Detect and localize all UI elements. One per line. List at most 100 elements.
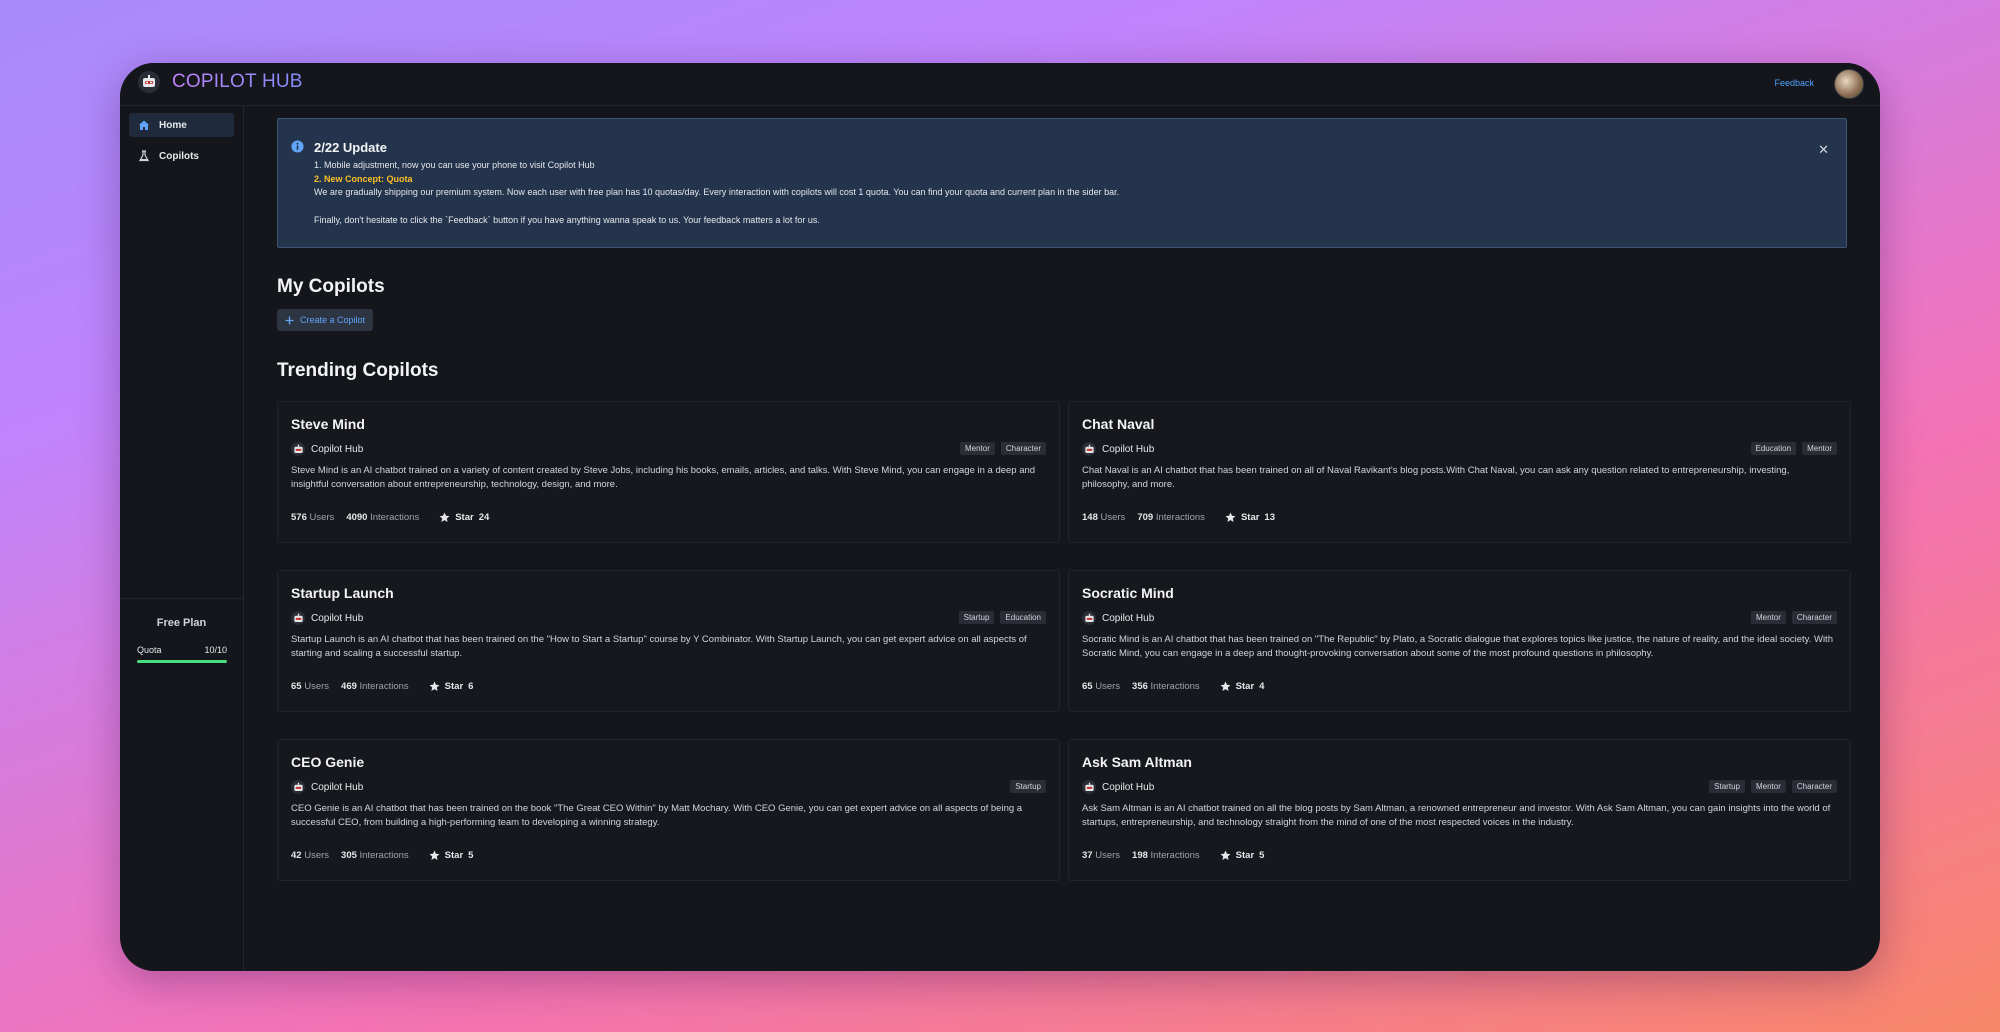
star-label: Star <box>1240 512 1260 523</box>
alert-title: 2/22 Update <box>314 140 387 155</box>
robot-logo-icon <box>291 780 305 794</box>
star-button[interactable]: Star 6 <box>429 681 474 692</box>
copilot-card[interactable]: Socratic Mind Copilot Hub Mentor Characte… <box>1068 570 1851 712</box>
interactions-count: 4090 <box>346 512 368 523</box>
star-button[interactable]: Star 4 <box>1220 681 1265 692</box>
users-count: 37 <box>1082 850 1093 861</box>
sidebar-item-label: Copilots <box>159 150 199 162</box>
star-count: 4 <box>1259 681 1265 692</box>
star-label: Star <box>1235 681 1255 692</box>
users-label: Users <box>1095 681 1121 692</box>
copilot-card[interactable]: Ask Sam Altman Copilot Hub Startup Mentor… <box>1068 739 1851 881</box>
quota-row: Quota 10/10 <box>137 645 227 655</box>
card-author: Copilot Hub <box>291 780 363 794</box>
quota-progress-fill <box>137 660 227 663</box>
author-name: Copilot Hub <box>1102 781 1155 793</box>
category-tag[interactable]: Character <box>1791 780 1837 793</box>
card-tags: Startup Education <box>958 611 1046 624</box>
interactions-stat: 469 Interactions <box>341 681 409 692</box>
copilot-card[interactable]: Chat Naval Copilot Hub Education Mentor C… <box>1068 401 1851 543</box>
interactions-stat: 305 Interactions <box>341 850 409 861</box>
users-label: Users <box>309 512 335 523</box>
robot-logo-icon <box>291 442 305 456</box>
star-label: Star <box>1235 850 1255 861</box>
card-stats: 148 Users 709 Interactions Star 13 <box>1082 512 1275 523</box>
author-name: Copilot Hub <box>1102 612 1155 624</box>
users-count: 65 <box>1082 681 1093 692</box>
sidebar-item-home[interactable]: Home <box>129 113 234 137</box>
category-tag[interactable]: Mentor <box>1802 442 1837 455</box>
star-label: Star <box>455 512 474 523</box>
interactions-stat: 198 Interactions <box>1132 850 1200 861</box>
trending-heading: Trending Copilots <box>277 360 439 381</box>
card-tags: Mentor Character <box>959 442 1046 455</box>
interactions-stat: 356 Interactions <box>1132 681 1200 692</box>
top-bar: COPILOT HUB Feedback <box>120 63 1880 106</box>
star-count: 13 <box>1264 512 1275 523</box>
card-title: Socratic Mind <box>1082 585 1174 601</box>
category-tag[interactable]: Character <box>1791 611 1837 624</box>
card-title: Startup Launch <box>291 585 394 601</box>
close-icon[interactable]: ✕ <box>1818 142 1829 158</box>
feedback-link[interactable]: Feedback <box>1774 78 1814 88</box>
copilot-card[interactable]: CEO Genie Copilot Hub Startup CEO Genie … <box>277 739 1060 881</box>
star-label: Star <box>444 850 464 861</box>
interactions-label: Interactions <box>359 850 409 861</box>
plus-icon <box>285 316 294 324</box>
star-icon <box>1220 681 1231 691</box>
logo[interactable]: COPILOT HUB <box>138 71 303 93</box>
interactions-count: 469 <box>341 681 357 692</box>
category-tag[interactable]: Character <box>1000 442 1046 455</box>
interactions-label: Interactions <box>1155 512 1205 523</box>
star-icon <box>429 850 440 860</box>
quota-progress-bar <box>137 660 227 663</box>
card-stats: 42 Users 305 Interactions Star 5 <box>291 850 473 861</box>
category-tag[interactable]: Mentor <box>959 442 995 455</box>
category-tag[interactable]: Mentor <box>1750 780 1786 793</box>
robot-logo-icon <box>291 611 305 625</box>
copilot-card[interactable]: Startup Launch Copilot Hub Startup Educat… <box>277 570 1060 712</box>
category-tag[interactable]: Startup <box>1709 780 1745 793</box>
card-author: Copilot Hub <box>291 611 363 625</box>
users-label: Users <box>304 850 330 861</box>
star-button[interactable]: Star 24 <box>439 512 489 523</box>
users-label: Users <box>304 681 330 692</box>
interactions-label: Interactions <box>370 512 420 523</box>
star-count: 5 <box>468 850 474 861</box>
alert-body: 1. Mobile adjustment, now you can use yo… <box>314 159 1119 227</box>
alert-line: Finally, don't hesitate to click the `Fe… <box>314 214 820 225</box>
category-tag[interactable]: Startup <box>1010 780 1046 793</box>
users-stat: 576 Users <box>291 512 334 523</box>
interactions-stat: 709 Interactions <box>1137 512 1205 523</box>
quota-label: Quota <box>137 645 162 655</box>
star-icon <box>1220 850 1231 860</box>
card-description: Startup Launch is an AI chatbot that has… <box>291 634 1027 659</box>
quota-value: 10/10 <box>204 645 227 655</box>
category-tag[interactable]: Education <box>1000 611 1046 624</box>
category-tag[interactable]: Startup <box>958 611 995 624</box>
star-count: 6 <box>468 681 474 692</box>
card-author: Copilot Hub <box>291 442 363 456</box>
copilot-card[interactable]: Steve Mind Copilot Hub Mentor Character S… <box>277 401 1060 543</box>
category-tag[interactable]: Education <box>1750 442 1797 455</box>
star-count: 5 <box>1259 850 1265 861</box>
star-button[interactable]: Star 5 <box>1220 850 1265 861</box>
robot-logo-icon <box>138 71 160 93</box>
sidebar-item-copilots[interactable]: Copilots <box>129 144 234 168</box>
user-avatar[interactable] <box>1834 69 1864 99</box>
card-title: CEO Genie <box>291 754 365 770</box>
card-description: Steve Mind is an AI chatbot trained on a… <box>291 465 1036 490</box>
robot-logo-icon <box>1082 611 1096 625</box>
star-button[interactable]: Star 5 <box>429 850 474 861</box>
card-stats: 65 Users 469 Interactions Star 6 <box>291 681 473 692</box>
author-name: Copilot Hub <box>311 612 364 624</box>
create-copilot-button[interactable]: Create a Copilot <box>277 309 374 331</box>
star-label: Star <box>444 681 464 692</box>
star-button[interactable]: Star 13 <box>1225 512 1275 523</box>
users-count: 148 <box>1082 512 1098 523</box>
author-name: Copilot Hub <box>311 781 364 793</box>
category-tag[interactable]: Mentor <box>1750 611 1786 624</box>
home-icon <box>139 120 149 130</box>
alert-line: 1. Mobile adjustment, now you can use yo… <box>314 160 595 170</box>
users-count: 576 <box>291 512 307 523</box>
